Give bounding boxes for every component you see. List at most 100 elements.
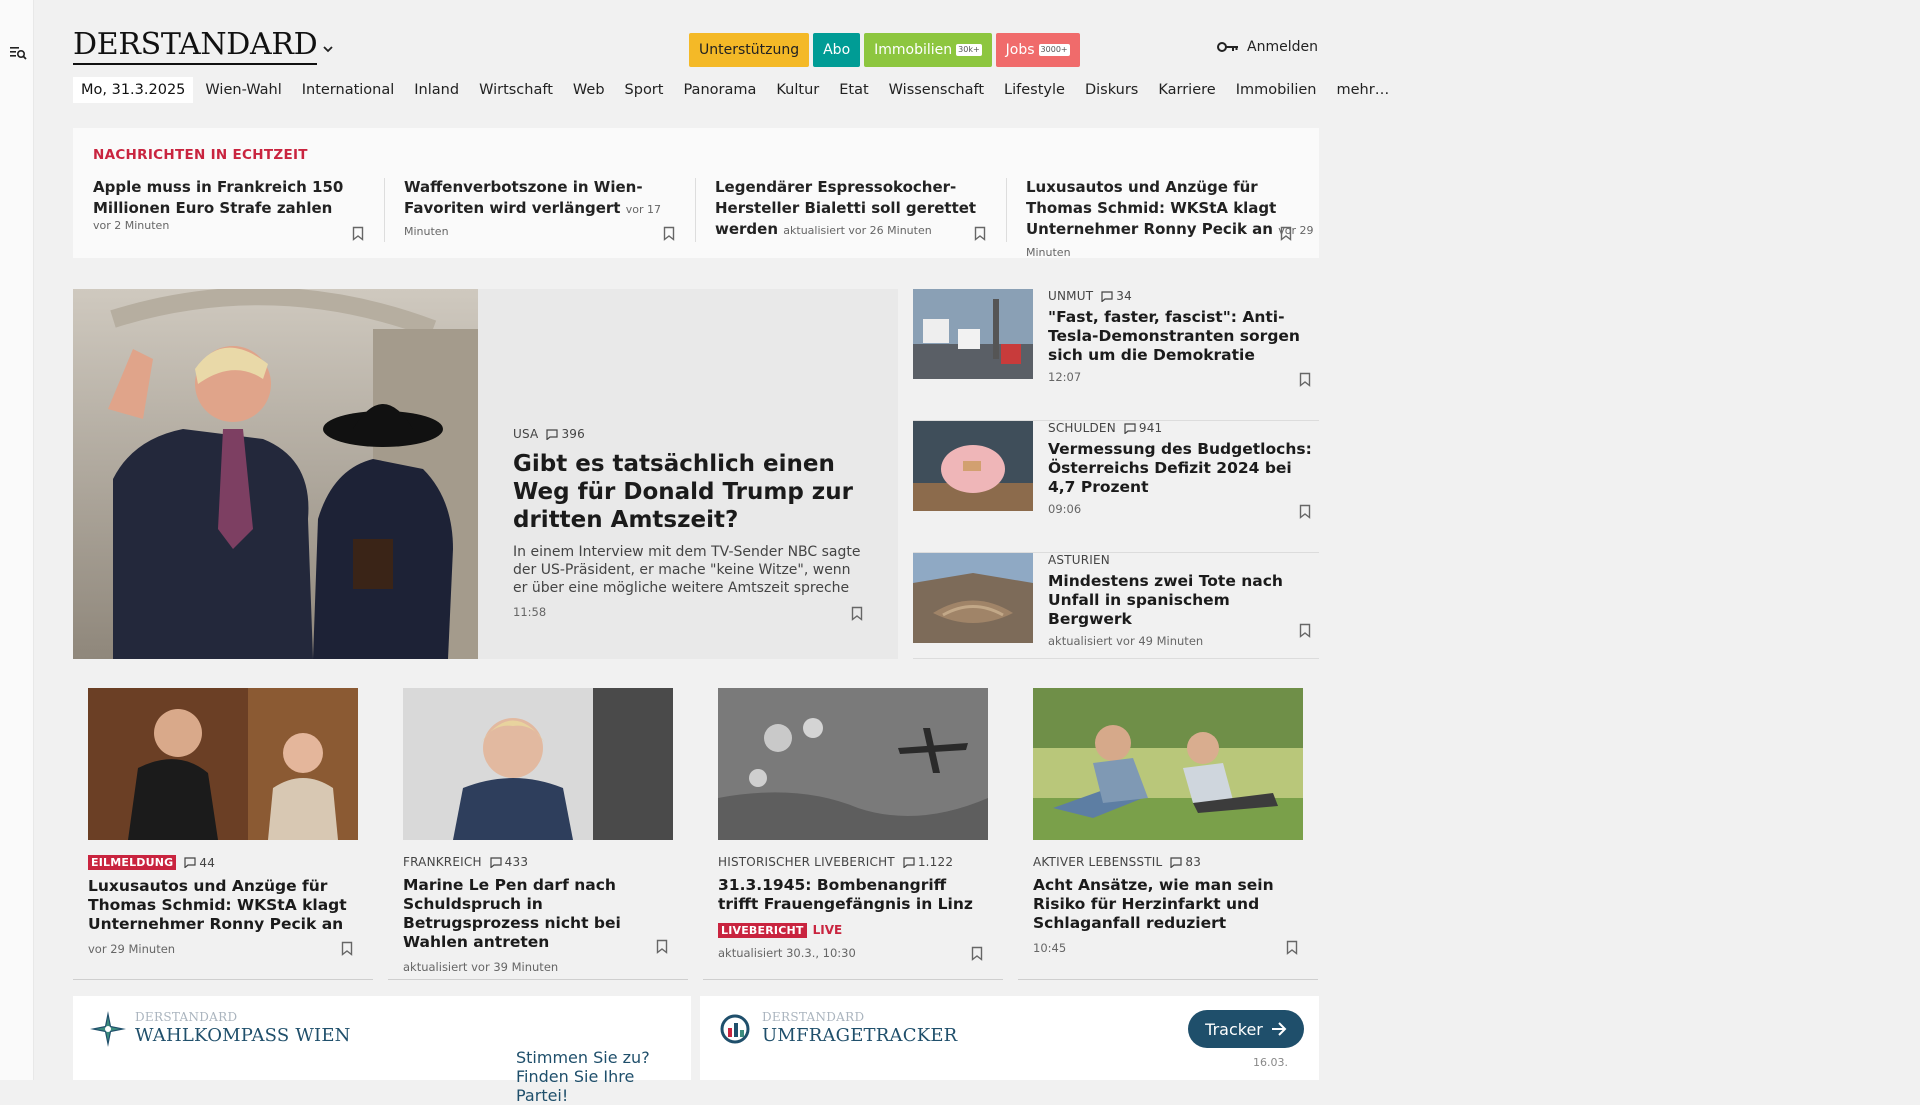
bookmark-icon[interactable]	[656, 939, 668, 954]
bookmark-icon[interactable]	[1299, 504, 1311, 519]
login-button[interactable]: Anmelden	[1217, 39, 1318, 55]
comment-count[interactable]: 83	[1170, 855, 1201, 869]
promo-label: Immobilien	[874, 42, 953, 58]
comment-count[interactable]: 396	[546, 427, 585, 441]
hero-time: 11:58	[513, 605, 547, 619]
comment-count[interactable]: 1.122	[903, 855, 953, 869]
article-headline[interactable]: Vermessung des Budgetlochs: Österreichs …	[1048, 440, 1313, 497]
site-logo[interactable]: DERSTANDARD	[73, 28, 318, 65]
left-sidebar	[0, 0, 34, 1080]
bookmark-icon[interactable]	[341, 941, 353, 956]
realtime-item[interactable]: Waffenverbotszone in Wien-Favoriten wird…	[404, 177, 695, 249]
realtime-title: NACHRICHTEN IN ECHTZEIT	[93, 147, 308, 163]
article-image	[718, 688, 988, 840]
teaser-article[interactable]: FRANKREICH 433 Marine Le Pen darf nach S…	[388, 688, 688, 980]
bookmark-icon[interactable]	[1280, 226, 1292, 241]
realtime-item[interactable]: Legendärer Espressokocher-Hersteller Bia…	[715, 177, 1006, 249]
wahlkompass-card[interactable]: DERSTANDARD WAHLKOMPASS WIEN Stimmen Sie…	[73, 996, 691, 1105]
side-article[interactable]: ASTURIEN Mindestens zwei Tote nach Unfal…	[913, 553, 1319, 659]
article-headline[interactable]: Marine Le Pen darf nach Schuldspruch in …	[403, 876, 673, 952]
article-time: vor 29 Minuten	[88, 942, 176, 956]
article-thumbnail	[913, 553, 1033, 643]
article-headline[interactable]: Acht Ansätze, wie man sein Risiko für He…	[1033, 876, 1303, 933]
tracker-button-label: Tracker	[1205, 1019, 1263, 1039]
login-label: Anmelden	[1247, 39, 1318, 55]
promo-unterstuetzung-button[interactable]: Unterstützung	[689, 33, 810, 67]
nav-item-wien-wahl[interactable]: Wien-Wahl	[205, 82, 281, 98]
nav-item-kultur[interactable]: Kultur	[776, 82, 819, 98]
nav-item-wissenschaft[interactable]: Wissenschaft	[889, 82, 984, 98]
promo-jobs-button[interactable]: Jobs 3000+	[995, 33, 1080, 67]
nav-item-karriere[interactable]: Karriere	[1158, 82, 1215, 98]
bookmark-icon[interactable]	[1286, 940, 1298, 955]
article-headline[interactable]: Luxusautos und Anzüge für Thomas Schmid:…	[88, 877, 358, 934]
side-article-text: UNMUT 34 "Fast, faster, fascist": Anti-T…	[1048, 289, 1313, 384]
article-category: FRANKREICH	[403, 855, 482, 869]
nav-item-international[interactable]: International	[302, 82, 395, 98]
promo-buttons: Unterstützung Abo Immobilien 30k+ Jobs 300…	[689, 33, 1080, 67]
wahlkompass-cta[interactable]: Stimmen Sie zu? Finden Sie Ihre Partei!	[516, 1048, 686, 1105]
tracker-button[interactable]: Tracker	[1188, 1010, 1304, 1048]
hero-text: USA 396 Gibt es tatsächlich einen Weg fü…	[513, 427, 863, 619]
nav-item-lifestyle[interactable]: Lifestyle	[1004, 82, 1065, 98]
hero-headline[interactable]: Gibt es tatsächlich einen Weg für Donald…	[513, 450, 863, 534]
comment-count[interactable]: 34	[1101, 289, 1132, 303]
article-category: HISTORISCHER LIVEBERICHT	[718, 855, 895, 869]
arrow-right-icon	[1271, 1022, 1287, 1036]
nav-item-panorama[interactable]: Panorama	[683, 82, 756, 98]
tracker-date: 16.03.	[1253, 1056, 1288, 1069]
teaser-article[interactable]: AKTIVER LEBENSSTIL 83 Acht Ansätze, wie …	[1018, 688, 1318, 980]
breaking-badge: EILMELDUNG	[88, 855, 177, 870]
bookmark-icon[interactable]	[663, 226, 675, 241]
realtime-time: vor 2 Minuten	[93, 219, 170, 232]
promo-immobilien-button[interactable]: Immobilien 30k+	[864, 33, 992, 67]
article-headline[interactable]: "Fast, faster, fascist": Anti-Tesla-Demo…	[1048, 308, 1313, 365]
realtime-item[interactable]: Apple muss in Frankreich 150 Millionen E…	[93, 177, 384, 249]
nav-item-etat[interactable]: Etat	[839, 82, 868, 98]
realtime-headline: Luxusautos und Anzüge für Thomas Schmid:…	[1026, 178, 1277, 238]
comment-count[interactable]: 433	[490, 855, 529, 869]
article-headline[interactable]: 31.3.1945: Bombenangriff trifft Frauenge…	[718, 876, 988, 914]
menu-search-icon[interactable]	[9, 44, 27, 62]
comment-count[interactable]: 941	[1124, 421, 1163, 435]
compass-icon	[90, 1011, 126, 1047]
nav-item-wirtschaft[interactable]: Wirtschaft	[479, 82, 553, 98]
chevron-down-icon[interactable]	[321, 42, 335, 56]
teaser-text: AKTIVER LEBENSSTIL 83 Acht Ansätze, wie …	[1033, 855, 1303, 955]
bookmark-icon[interactable]	[974, 226, 986, 241]
side-article[interactable]: UNMUT 34 "Fast, faster, fascist": Anti-T…	[913, 289, 1319, 421]
nav-item-sport[interactable]: Sport	[625, 82, 664, 98]
hero-image	[73, 289, 478, 659]
nav-item-immobilien[interactable]: Immobilien	[1236, 82, 1317, 98]
article-time: 12:07	[1048, 370, 1082, 384]
nav-item-diskurs[interactable]: Diskurs	[1085, 82, 1138, 98]
article-category: AKTIVER LEBENSSTIL	[1033, 855, 1163, 869]
hero-article[interactable]: USA 396 Gibt es tatsächlich einen Weg fü…	[73, 289, 898, 659]
article-time: 10:45	[1033, 941, 1067, 955]
comment-count-value: 44	[199, 855, 216, 870]
teaser-article[interactable]: HISTORISCHER LIVEBERICHT 1.122 31.3.1945…	[703, 688, 1003, 980]
bookmark-icon[interactable]	[352, 226, 364, 241]
card-title: WAHLKOMPASS WIEN	[135, 1025, 351, 1046]
umfragetracker-card[interactable]: DERSTANDARD UMFRAGETRACKER Tracker 16.03…	[700, 996, 1319, 1080]
bookmark-icon[interactable]	[971, 946, 983, 961]
comment-icon	[490, 856, 502, 868]
nav-item-mehr[interactable]: mehr…	[1337, 82, 1390, 98]
realtime-headline: Waffenverbotszone in Wien-Favoriten wird…	[404, 178, 643, 217]
teaser-article[interactable]: EILMELDUNG 44 Luxusautos und Anzüge für …	[73, 688, 373, 980]
bookmark-icon[interactable]	[1299, 372, 1311, 387]
comment-icon	[1170, 856, 1183, 868]
article-thumbnail	[913, 421, 1033, 511]
realtime-item[interactable]: Luxusautos und Anzüge für Thomas Schmid:…	[1026, 177, 1317, 259]
bookmark-icon[interactable]	[851, 606, 863, 621]
article-headline[interactable]: Mindestens zwei Tote nach Unfall in span…	[1048, 572, 1313, 629]
comment-count[interactable]: 44	[184, 856, 215, 870]
promo-abo-button[interactable]: Abo	[813, 33, 861, 67]
side-article[interactable]: SCHULDEN 941 Vermessung des Budgetlochs:…	[913, 421, 1319, 553]
article-image	[88, 688, 358, 840]
bookmark-icon[interactable]	[1299, 623, 1311, 638]
article-image	[1033, 688, 1303, 840]
nav-item-inland[interactable]: Inland	[414, 82, 459, 98]
side-article-text: ASTURIEN Mindestens zwei Tote nach Unfal…	[1048, 553, 1313, 648]
nav-item-web[interactable]: Web	[573, 82, 605, 98]
